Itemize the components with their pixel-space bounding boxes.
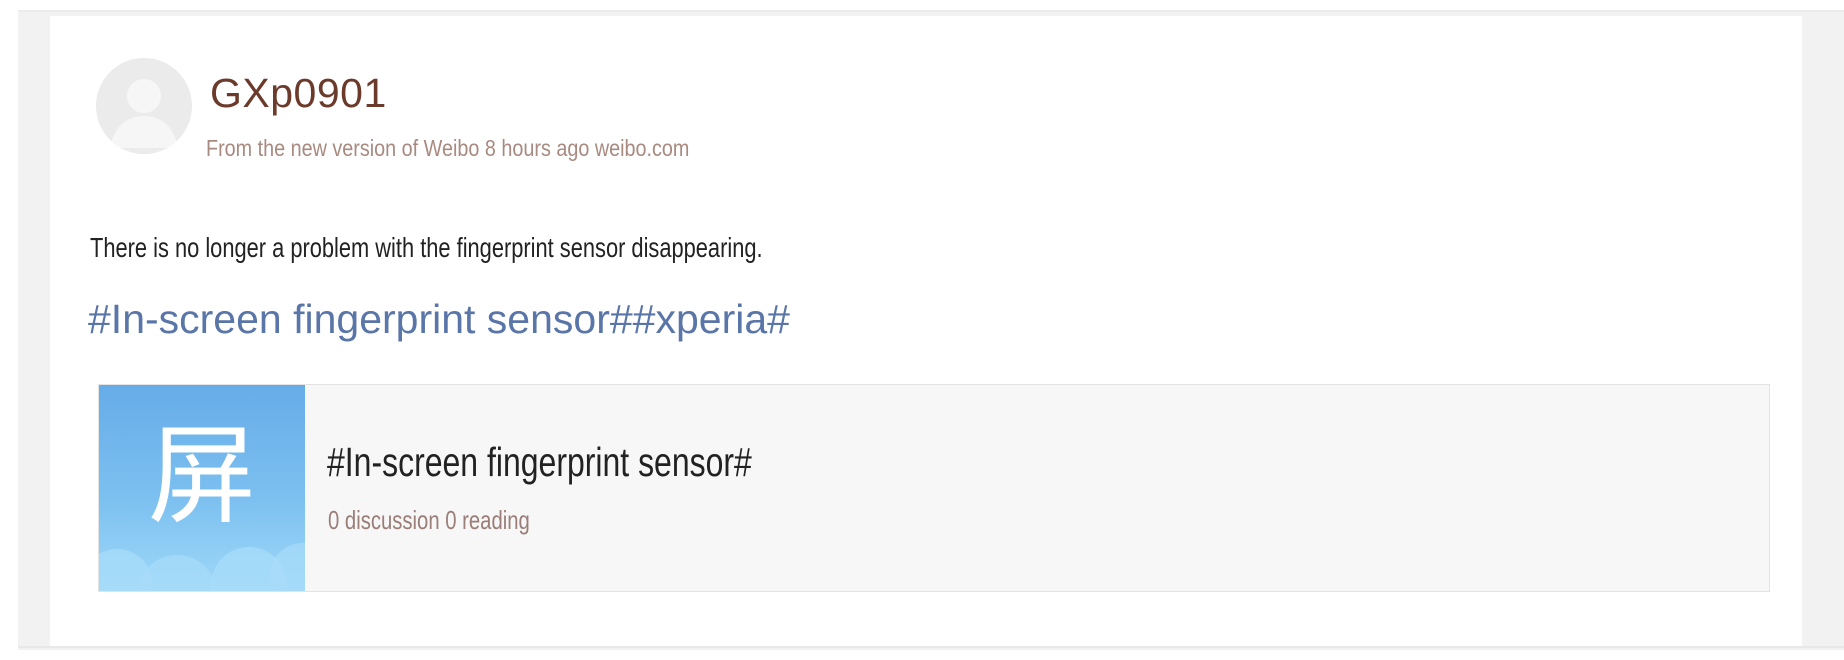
post-text: There is no longer a problem with the fi…: [90, 232, 763, 263]
username-link[interactable]: GXp0901: [210, 70, 387, 117]
avatar[interactable]: [96, 58, 192, 154]
page: GXp0901 From the new version of Weibo 8 …: [0, 0, 1844, 660]
topic-stats: 0 discussion 0 reading: [328, 505, 530, 535]
topic-thumbnail: 屏: [99, 385, 305, 591]
post-meta: From the new version of Weibo 8 hours ag…: [206, 135, 690, 161]
topic-card[interactable]: 屏 #In-screen fingerprint sensor# 0 discu…: [98, 384, 1770, 592]
default-user-silhouette-icon: [96, 58, 192, 154]
hashtag-links[interactable]: #In-screen fingerprint sensor##xperia#: [88, 296, 790, 343]
card-divider: [18, 646, 1844, 648]
topic-title[interactable]: #In-screen fingerprint sensor#: [327, 439, 752, 486]
topic-thumb-character: 屏: [147, 414, 256, 539]
